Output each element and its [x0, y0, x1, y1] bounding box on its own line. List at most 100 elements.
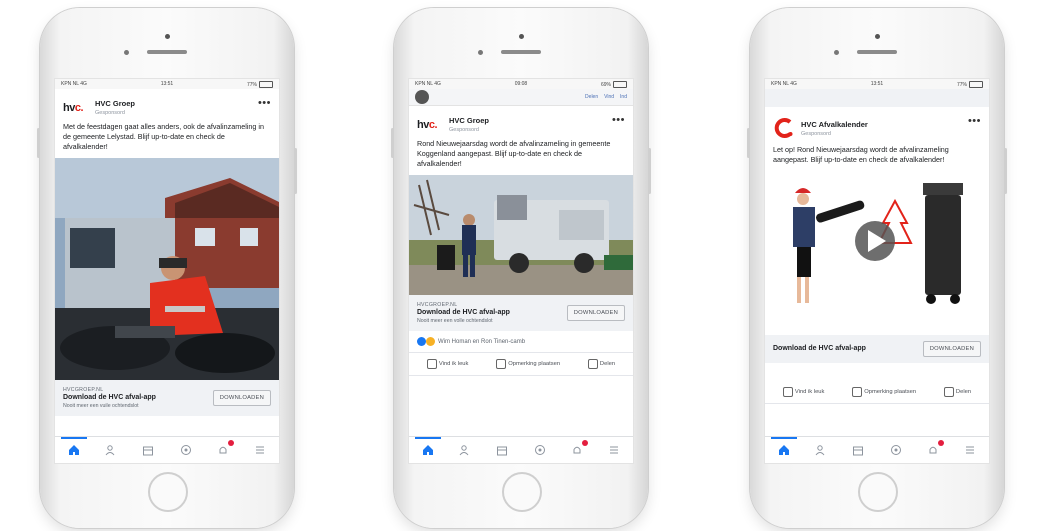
home-icon	[422, 445, 433, 455]
tab-home[interactable]	[414, 437, 441, 457]
cta-title[interactable]: Download de HVC afval-app	[773, 345, 866, 353]
garbage-truck-photo	[409, 175, 633, 295]
home-button[interactable]	[858, 472, 898, 512]
cta-bar[interactable]: Download de HVC afval-app DOWNLOADEN	[765, 335, 989, 363]
hvc-logo[interactable]: hvc.	[63, 102, 89, 114]
post-image[interactable]	[409, 175, 633, 295]
thumbs-up-icon	[426, 359, 437, 369]
comment-action[interactable]: Opmerking plaatsen	[852, 387, 916, 397]
phone-1: KPN NL 4G 13:51 77% hvc. HVC Groep Gespo…	[37, 8, 297, 528]
like-action[interactable]: Vind ik leuk	[426, 359, 468, 369]
home-button[interactable]	[148, 472, 188, 512]
battery-icon	[259, 80, 273, 88]
groups-icon	[180, 445, 191, 455]
groups-icon	[890, 445, 901, 455]
previous-link-3[interactable]: Ind	[620, 94, 627, 100]
tab-menu[interactable]	[963, 443, 977, 457]
phone-screen: KPN NL 4G 13:51 77% HVC Afvalkalender Ge…	[764, 78, 990, 464]
carrier-label: KPN NL 4G	[415, 81, 441, 87]
comment-action[interactable]: Opmerking plaatsen	[496, 359, 560, 369]
post-image[interactable]	[55, 158, 279, 380]
page-name[interactable]: HVC Afvalkalender	[801, 120, 868, 129]
tab-notifications[interactable]	[216, 440, 234, 457]
notification-badge	[227, 440, 234, 446]
more-options-icon[interactable]: •••	[612, 114, 625, 126]
tab-home[interactable]	[60, 437, 87, 457]
cta-domain: HVCGROEP.NL	[63, 387, 104, 393]
more-options-icon[interactable]: •••	[258, 97, 271, 109]
earpiece-speaker	[501, 50, 541, 54]
page-name[interactable]: HVC Groep	[95, 99, 135, 108]
home-button[interactable]	[502, 472, 542, 512]
tab-notifications[interactable]	[926, 440, 944, 457]
battery-indicator: 77%	[957, 80, 983, 88]
notifications-icon	[573, 446, 581, 454]
notification-badge	[937, 440, 944, 446]
post-header: hvc. HVC Groep Gesponsord •••	[409, 106, 633, 139]
download-button[interactable]: DOWNLOADEN	[922, 341, 981, 357]
tab-menu[interactable]	[607, 443, 621, 457]
phone-screen: KPN NL 4G 13:51 77% hvc. HVC Groep Gespo…	[54, 78, 280, 464]
reactions-text: Wim Homan en Ron Tinen-camb	[438, 338, 526, 345]
sensor-dot	[478, 50, 483, 55]
tab-friends[interactable]	[814, 443, 828, 457]
notifications-icon	[929, 446, 937, 454]
tab-friends[interactable]	[458, 443, 472, 457]
more-options-icon[interactable]: •••	[968, 115, 981, 127]
comment-icon	[852, 387, 863, 397]
earpiece-speaker	[147, 50, 187, 54]
share-icon	[943, 387, 954, 397]
haha-reaction-icon	[426, 337, 435, 346]
bottom-tab-bar	[55, 436, 279, 463]
tab-marketplace[interactable]	[495, 443, 509, 457]
carrier-label: KPN NL 4G	[771, 81, 797, 87]
post-actions: Vind ik leuk Opmerking plaatsen Delen	[765, 381, 989, 404]
post-text: Rond Nieuwejaarsdag wordt de afvalinzame…	[417, 139, 611, 168]
afvalkalender-logo[interactable]	[773, 117, 795, 139]
tab-groups[interactable]	[889, 443, 903, 457]
front-camera	[165, 34, 170, 39]
clock: 13:51	[870, 81, 884, 87]
tab-friends[interactable]	[104, 443, 118, 457]
cta-bar[interactable]: HVCGROEP.NL Download de HVC afval-app No…	[409, 295, 633, 331]
home-icon	[68, 445, 79, 455]
friends-icon	[459, 445, 469, 456]
hvc-logo[interactable]: hvc.	[417, 119, 443, 131]
tab-notifications[interactable]	[570, 440, 588, 457]
comment-icon	[496, 359, 507, 369]
home-icon	[778, 445, 789, 455]
previous-link-2[interactable]: Vind	[604, 94, 614, 100]
download-button[interactable]: DOWNLOADEN	[566, 305, 625, 321]
feed-gap	[765, 89, 989, 107]
post-video[interactable]	[765, 171, 989, 335]
sponsored-label: Gesponsord	[801, 130, 831, 137]
menu-icon	[610, 446, 619, 454]
sponsored-label: Gesponsord	[449, 127, 479, 133]
groups-icon	[534, 445, 545, 455]
tab-marketplace[interactable]	[851, 443, 865, 457]
phone-2: KPN NL 4G 09:08 69% Delen Vind Ind hvc. …	[391, 8, 651, 528]
waste-worker-photo	[55, 158, 279, 380]
cta-title[interactable]: Download de HVC afval-app	[63, 394, 156, 402]
download-button[interactable]: DOWNLOADEN	[212, 390, 271, 406]
page-name[interactable]: HVC Groep	[449, 116, 489, 125]
cta-bar[interactable]: HVCGROEP.NL Download de HVC afval-app No…	[55, 380, 279, 416]
video-thumbnail	[765, 171, 989, 335]
share-action[interactable]: Delen	[587, 359, 615, 369]
share-action[interactable]: Delen	[943, 387, 971, 397]
battery-icon	[613, 80, 627, 88]
post-text: Let op! Rond Nieuwejaarsdag wordt de afv…	[773, 145, 949, 164]
reactions-row[interactable]: Wim Homan en Ron Tinen-camb	[409, 331, 633, 353]
post-header: HVC Afvalkalender Gesponsord •••	[765, 107, 989, 145]
like-action[interactable]: Vind ik leuk	[782, 387, 824, 397]
tab-groups[interactable]	[179, 443, 193, 457]
post-header: hvc. HVC Groep Gesponsord •••	[55, 89, 279, 122]
cta-title[interactable]: Download de HVC afval-app	[417, 309, 510, 317]
tab-groups[interactable]	[533, 443, 547, 457]
previous-link-1[interactable]: Delen	[585, 94, 598, 100]
cta-domain: HVCGROEP.NL	[417, 302, 458, 308]
tab-marketplace[interactable]	[141, 443, 155, 457]
tab-home[interactable]	[770, 437, 797, 457]
tab-menu[interactable]	[253, 443, 267, 457]
menu-icon	[256, 446, 265, 454]
